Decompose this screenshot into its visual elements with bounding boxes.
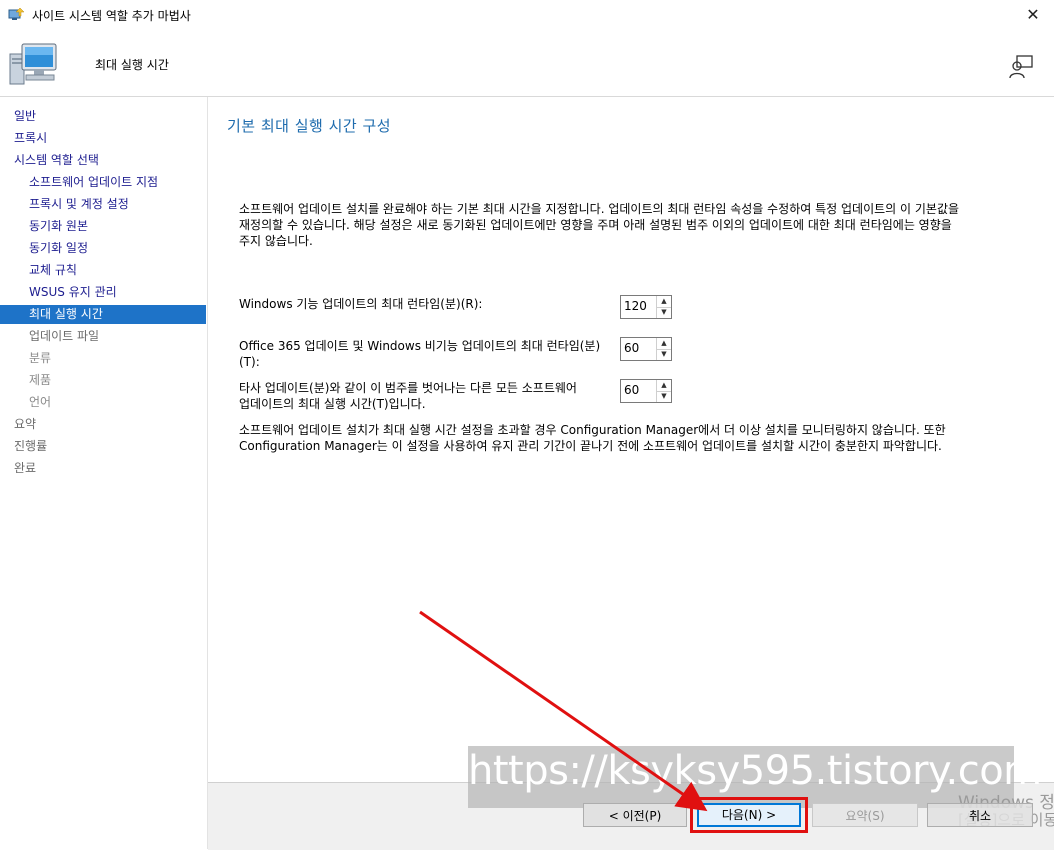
arrow-line [419, 610, 708, 812]
annotation-arrow [419, 610, 708, 812]
